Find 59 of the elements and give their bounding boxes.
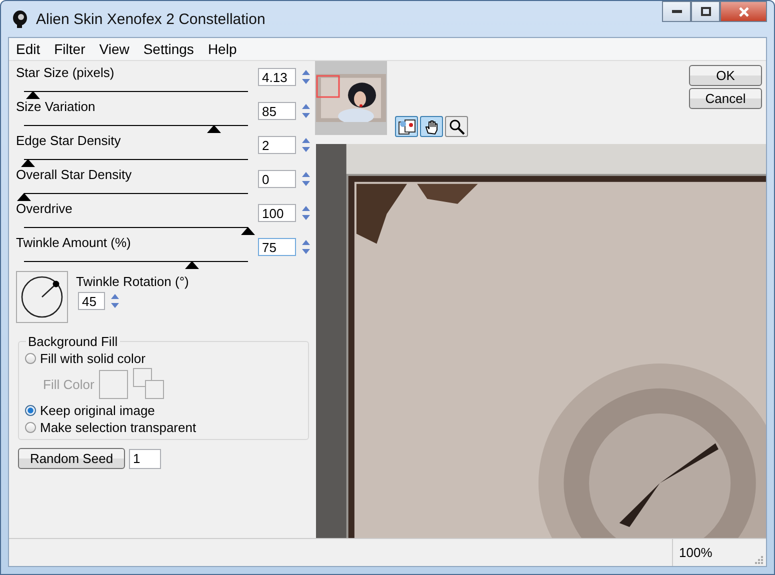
slider-thumb[interactable] <box>21 159 36 167</box>
slider-thumb[interactable] <box>241 227 255 235</box>
app-icon <box>12 10 28 28</box>
window-title: Alien Skin Xenofex 2 Constellation <box>36 10 266 28</box>
minimize-button[interactable] <box>662 1 691 22</box>
hand-icon <box>424 118 440 134</box>
tool-button[interactable] <box>395 116 418 137</box>
spin-arrows-icon <box>301 136 311 154</box>
zoom-level: 100% <box>672 539 749 566</box>
minimize-icon <box>672 10 682 14</box>
resize-grip-icon[interactable] <box>753 554 763 564</box>
radio-option[interactable]: Keep original image <box>25 402 302 418</box>
spin-arrows-icon <box>301 68 311 86</box>
slider-label: Size Variation <box>16 99 96 115</box>
close-button[interactable] <box>720 1 767 22</box>
spin-arrows-icon <box>301 204 311 222</box>
close-icon <box>738 6 748 16</box>
menu-item[interactable]: Settings <box>136 41 201 57</box>
rotation-field[interactable]: 45 <box>78 292 105 310</box>
spin-arrows-icon <box>301 102 311 120</box>
slider-thumb[interactable] <box>17 193 31 201</box>
radio-option[interactable]: Make selection transparent <box>25 419 302 435</box>
slider-thumb[interactable] <box>26 91 40 99</box>
slider-label: Overall Star Density <box>16 167 133 183</box>
slider-thumb[interactable] <box>185 261 199 269</box>
group-title: Background Fill <box>26 334 120 349</box>
fill-color-label: Fill Color <box>43 376 94 392</box>
tool-button[interactable] <box>445 116 468 137</box>
menu-item[interactable]: Filter <box>47 41 92 57</box>
menu-item[interactable]: Help <box>200 41 244 57</box>
value-field[interactable]: 100 <box>258 204 296 222</box>
dial-drawing <box>19 274 65 320</box>
random-seed-button[interactable]: Random Seed <box>18 448 125 469</box>
spin-arrows-icon <box>110 292 120 310</box>
spin-arrows-icon <box>301 170 311 188</box>
search-icon <box>448 118 464 134</box>
value-field[interactable]: 4.13 <box>258 68 296 86</box>
rotation-dial[interactable] <box>16 271 68 323</box>
slider-thumb[interactable] <box>207 125 222 133</box>
dialog-button[interactable]: Cancel <box>689 88 762 109</box>
slider-label: Edge Star Density <box>16 133 122 149</box>
maximize-button[interactable] <box>691 1 720 22</box>
slider-label: Star Size (pixels) <box>16 65 116 81</box>
seed-field[interactable]: 1 <box>129 448 161 468</box>
value-field[interactable]: 0 <box>258 170 296 188</box>
dialog-button[interactable]: OK <box>689 65 762 86</box>
slider-label: Twinkle Amount (%) <box>16 235 132 251</box>
menu-item[interactable]: Edit <box>9 41 48 57</box>
tool-button[interactable] <box>420 116 443 137</box>
value-field[interactable]: 85 <box>258 102 296 120</box>
radio-option[interactable]: Fill with solid color <box>25 350 302 366</box>
value-field[interactable]: 2 <box>258 136 296 154</box>
menu-item[interactable]: View <box>92 41 136 57</box>
maximize-icon <box>700 7 710 16</box>
spin-arrows-icon <box>301 238 311 256</box>
rotation-label: Twinkle Rotation (°) <box>76 274 189 289</box>
value-field[interactable]: 75 <box>258 238 296 256</box>
preview-icon <box>398 118 416 134</box>
slider-label: Overdrive <box>16 201 74 217</box>
